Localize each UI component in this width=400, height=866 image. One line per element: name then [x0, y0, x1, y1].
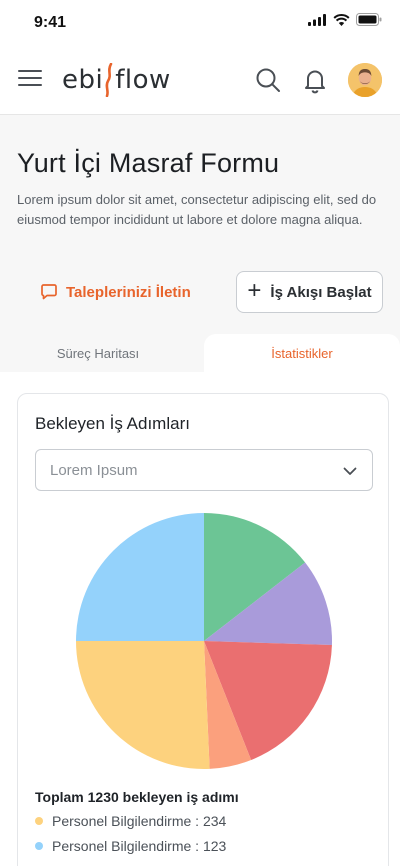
page-description: Lorem ipsum dolor sit amet, consectetur …	[17, 192, 377, 227]
pending-steps-pie-chart	[76, 513, 332, 769]
legend-dot	[35, 817, 43, 825]
tab-process-map[interactable]: Süreç Haritası	[0, 334, 196, 372]
pie-slice-5	[76, 641, 210, 769]
status-bar: 9:41	[0, 0, 400, 46]
search-icon[interactable]	[254, 66, 282, 94]
battery-icon	[356, 13, 382, 26]
legend-dot	[35, 842, 43, 850]
app-header: ebi flow	[0, 46, 400, 115]
start-workflow-label: İş Akışı Başlat	[270, 283, 372, 301]
send-requests-label: Taleplerinizi İletin	[66, 283, 191, 301]
user-avatar[interactable]	[348, 63, 382, 97]
start-workflow-button[interactable]: + İş Akışı Başlat	[236, 271, 383, 313]
legend-label: Personel Bilgilendirme : 123	[52, 838, 227, 854]
page-title: Yurt İçi Masraf Formu	[17, 148, 280, 178]
system-icons	[308, 13, 382, 26]
card-title: Bekleyen İş Adımları	[35, 414, 190, 433]
legend-item: Personel Bilgilendirme : 234	[35, 813, 226, 829]
logo-text-right: flow	[115, 65, 171, 95]
send-requests-button[interactable]: Taleplerinizi İletin	[40, 283, 191, 301]
hamburger-menu-icon[interactable]	[18, 70, 42, 88]
wifi-icon	[333, 13, 350, 26]
plus-icon: +	[247, 277, 262, 304]
signal-icon	[308, 13, 326, 26]
pending-steps-card: Bekleyen İş Adımları Lorem Ipsum Toplam …	[17, 393, 389, 866]
avatar-portrait-icon	[348, 63, 382, 97]
legend-label: Personel Bilgilendirme : 234	[52, 813, 227, 829]
legend-item: Personel Bilgilendirme : 123	[35, 838, 226, 854]
status-time: 9:41	[34, 14, 67, 31]
pie-slice-6	[76, 513, 204, 641]
ebiflow-logo[interactable]: ebi flow	[62, 62, 171, 98]
dropdown-placeholder: Lorem Ipsum	[50, 461, 138, 479]
chat-bubble-icon	[41, 284, 57, 300]
logo-text-left: ebi	[62, 65, 104, 95]
tab-bar: Süreç Haritası İstatistikler	[0, 334, 400, 372]
bell-icon[interactable]	[301, 66, 329, 94]
filter-dropdown[interactable]: Lorem Ipsum	[35, 449, 373, 491]
tab-statistics[interactable]: İstatistikler	[204, 334, 400, 372]
total-pending-text: Toplam 1230 bekleyen iş adımı	[35, 789, 239, 805]
logo-flame-icon	[105, 63, 113, 97]
chevron-down-icon	[343, 467, 357, 475]
